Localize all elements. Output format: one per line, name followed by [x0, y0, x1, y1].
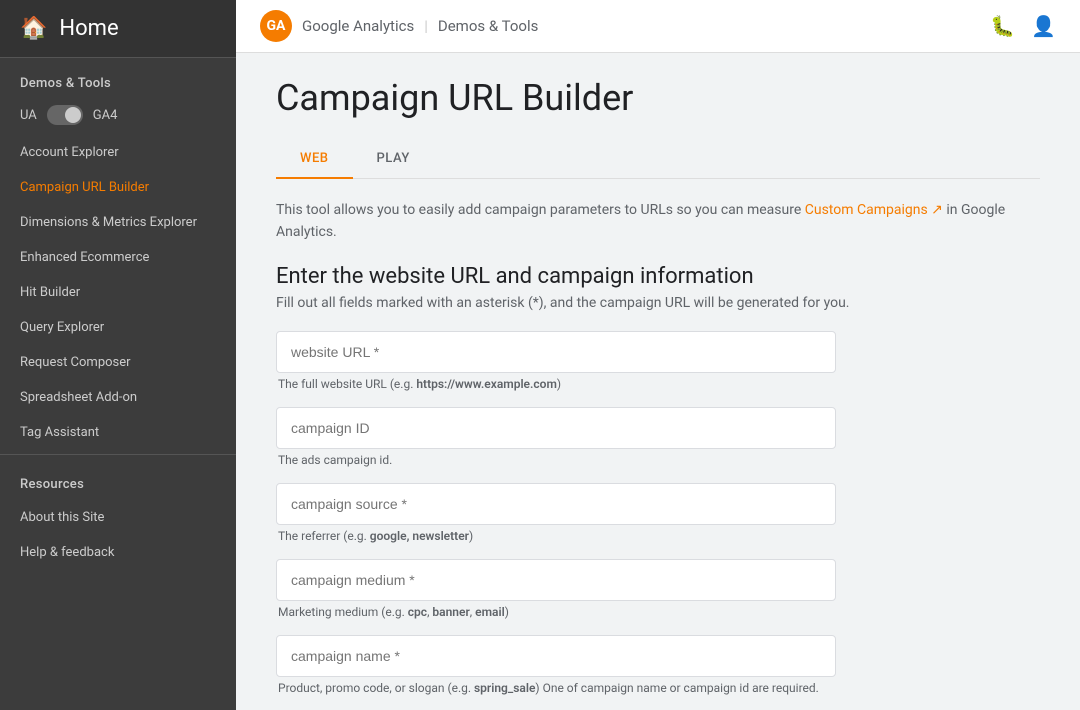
- ua-ga4-toggle-row: UA GA4: [0, 99, 236, 135]
- description-start: This tool allows you to easily add campa…: [276, 202, 805, 218]
- sidebar-item-query-explorer[interactable]: Query Explorer: [0, 310, 236, 345]
- custom-campaigns-link[interactable]: Custom Campaigns ↗: [805, 202, 943, 218]
- header-icons: 🐛 👤: [990, 14, 1056, 38]
- ua-ga4-toggle-switch[interactable]: [47, 105, 83, 125]
- hint-campaign-name: Product, promo code, or slogan (e.g. spr…: [276, 681, 1040, 695]
- input-campaign-medium[interactable]: [276, 559, 836, 601]
- sidebar: 🏠 Home Demos & Tools UA GA4 Account Expl…: [0, 0, 236, 710]
- hint-website-url: The full website URL (e.g. https://www.e…: [276, 377, 1040, 391]
- home-nav[interactable]: 🏠 Home: [0, 0, 236, 58]
- input-website-url[interactable]: [276, 331, 836, 373]
- sidebar-divider: [0, 454, 236, 455]
- hint-campaign-source: The referrer (e.g. google, newsletter): [276, 529, 1040, 543]
- sidebar-item-about-this-site[interactable]: About this Site: [0, 500, 236, 535]
- input-campaign-name[interactable]: [276, 635, 836, 677]
- sidebar-item-hit-builder[interactable]: Hit Builder: [0, 275, 236, 310]
- form-fields: The full website URL (e.g. https://www.e…: [276, 331, 1040, 695]
- logo-demos: Demos & Tools: [438, 17, 538, 35]
- sidebar-item-spreadsheet-add-on[interactable]: Spreadsheet Add-on: [0, 380, 236, 415]
- main-content: GA Google Analytics | Demos & Tools 🐛 👤 …: [236, 0, 1080, 710]
- description: This tool allows you to easily add campa…: [276, 199, 1040, 244]
- resource-items-list: About this SiteHelp & feedback: [0, 500, 236, 570]
- input-campaign-id[interactable]: [276, 407, 836, 449]
- logo-google: Google Analytics: [302, 17, 414, 35]
- page-content: Campaign URL Builder WEB PLAY This tool …: [236, 53, 1080, 710]
- resources-section-title: Resources: [0, 459, 236, 500]
- sidebar-item-campaign-url-builder[interactable]: Campaign URL Builder: [0, 170, 236, 205]
- hint-campaign-id: The ads campaign id.: [276, 453, 1040, 467]
- sidebar-item-tag-assistant[interactable]: Tag Assistant: [0, 415, 236, 450]
- sidebar-item-dimensions-metrics-explorer[interactable]: Dimensions & Metrics Explorer: [0, 205, 236, 240]
- user-icon[interactable]: 👤: [1031, 14, 1056, 38]
- header: GA Google Analytics | Demos & Tools 🐛 👤: [236, 0, 1080, 53]
- field-group-campaign-name: Product, promo code, or slogan (e.g. spr…: [276, 635, 1040, 695]
- sidebar-item-help-feedback[interactable]: Help & feedback: [0, 535, 236, 570]
- field-group-campaign-source: The referrer (e.g. google, newsletter): [276, 483, 1040, 543]
- toggle-knob: [65, 107, 81, 123]
- ua-label: UA: [20, 108, 37, 123]
- sidebar-item-account-explorer[interactable]: Account Explorer: [0, 135, 236, 170]
- home-label: Home: [59, 16, 118, 41]
- tabs: WEB PLAY: [276, 139, 1040, 179]
- form-subtext: Fill out all fields marked with an aster…: [276, 295, 1040, 311]
- header-logo: GA Google Analytics | Demos & Tools: [260, 10, 538, 42]
- field-group-website-url: The full website URL (e.g. https://www.e…: [276, 331, 1040, 391]
- ga-logo-icon: GA: [260, 10, 292, 42]
- page-title: Campaign URL Builder: [276, 77, 1040, 119]
- ga4-label: GA4: [93, 108, 118, 123]
- sidebar-item-enhanced-ecommerce[interactable]: Enhanced Ecommerce: [0, 240, 236, 275]
- nav-items-list: Account ExplorerCampaign URL BuilderDime…: [0, 135, 236, 450]
- form-heading: Enter the website URL and campaign infor…: [276, 264, 1040, 289]
- tab-play[interactable]: PLAY: [353, 139, 434, 178]
- demos-tools-section-title: Demos & Tools: [0, 58, 236, 99]
- logo-divider: |: [424, 17, 428, 35]
- sidebar-item-request-composer[interactable]: Request Composer: [0, 345, 236, 380]
- input-campaign-source[interactable]: [276, 483, 836, 525]
- field-group-campaign-medium: Marketing medium (e.g. cpc, banner, emai…: [276, 559, 1040, 619]
- hint-campaign-medium: Marketing medium (e.g. cpc, banner, emai…: [276, 605, 1040, 619]
- tab-web[interactable]: WEB: [276, 139, 353, 178]
- field-group-campaign-id: The ads campaign id.: [276, 407, 1040, 467]
- ga-logo-text: Google Analytics | Demos & Tools: [302, 17, 538, 35]
- home-icon: 🏠: [20, 16, 47, 41]
- bug-icon[interactable]: 🐛: [990, 14, 1015, 38]
